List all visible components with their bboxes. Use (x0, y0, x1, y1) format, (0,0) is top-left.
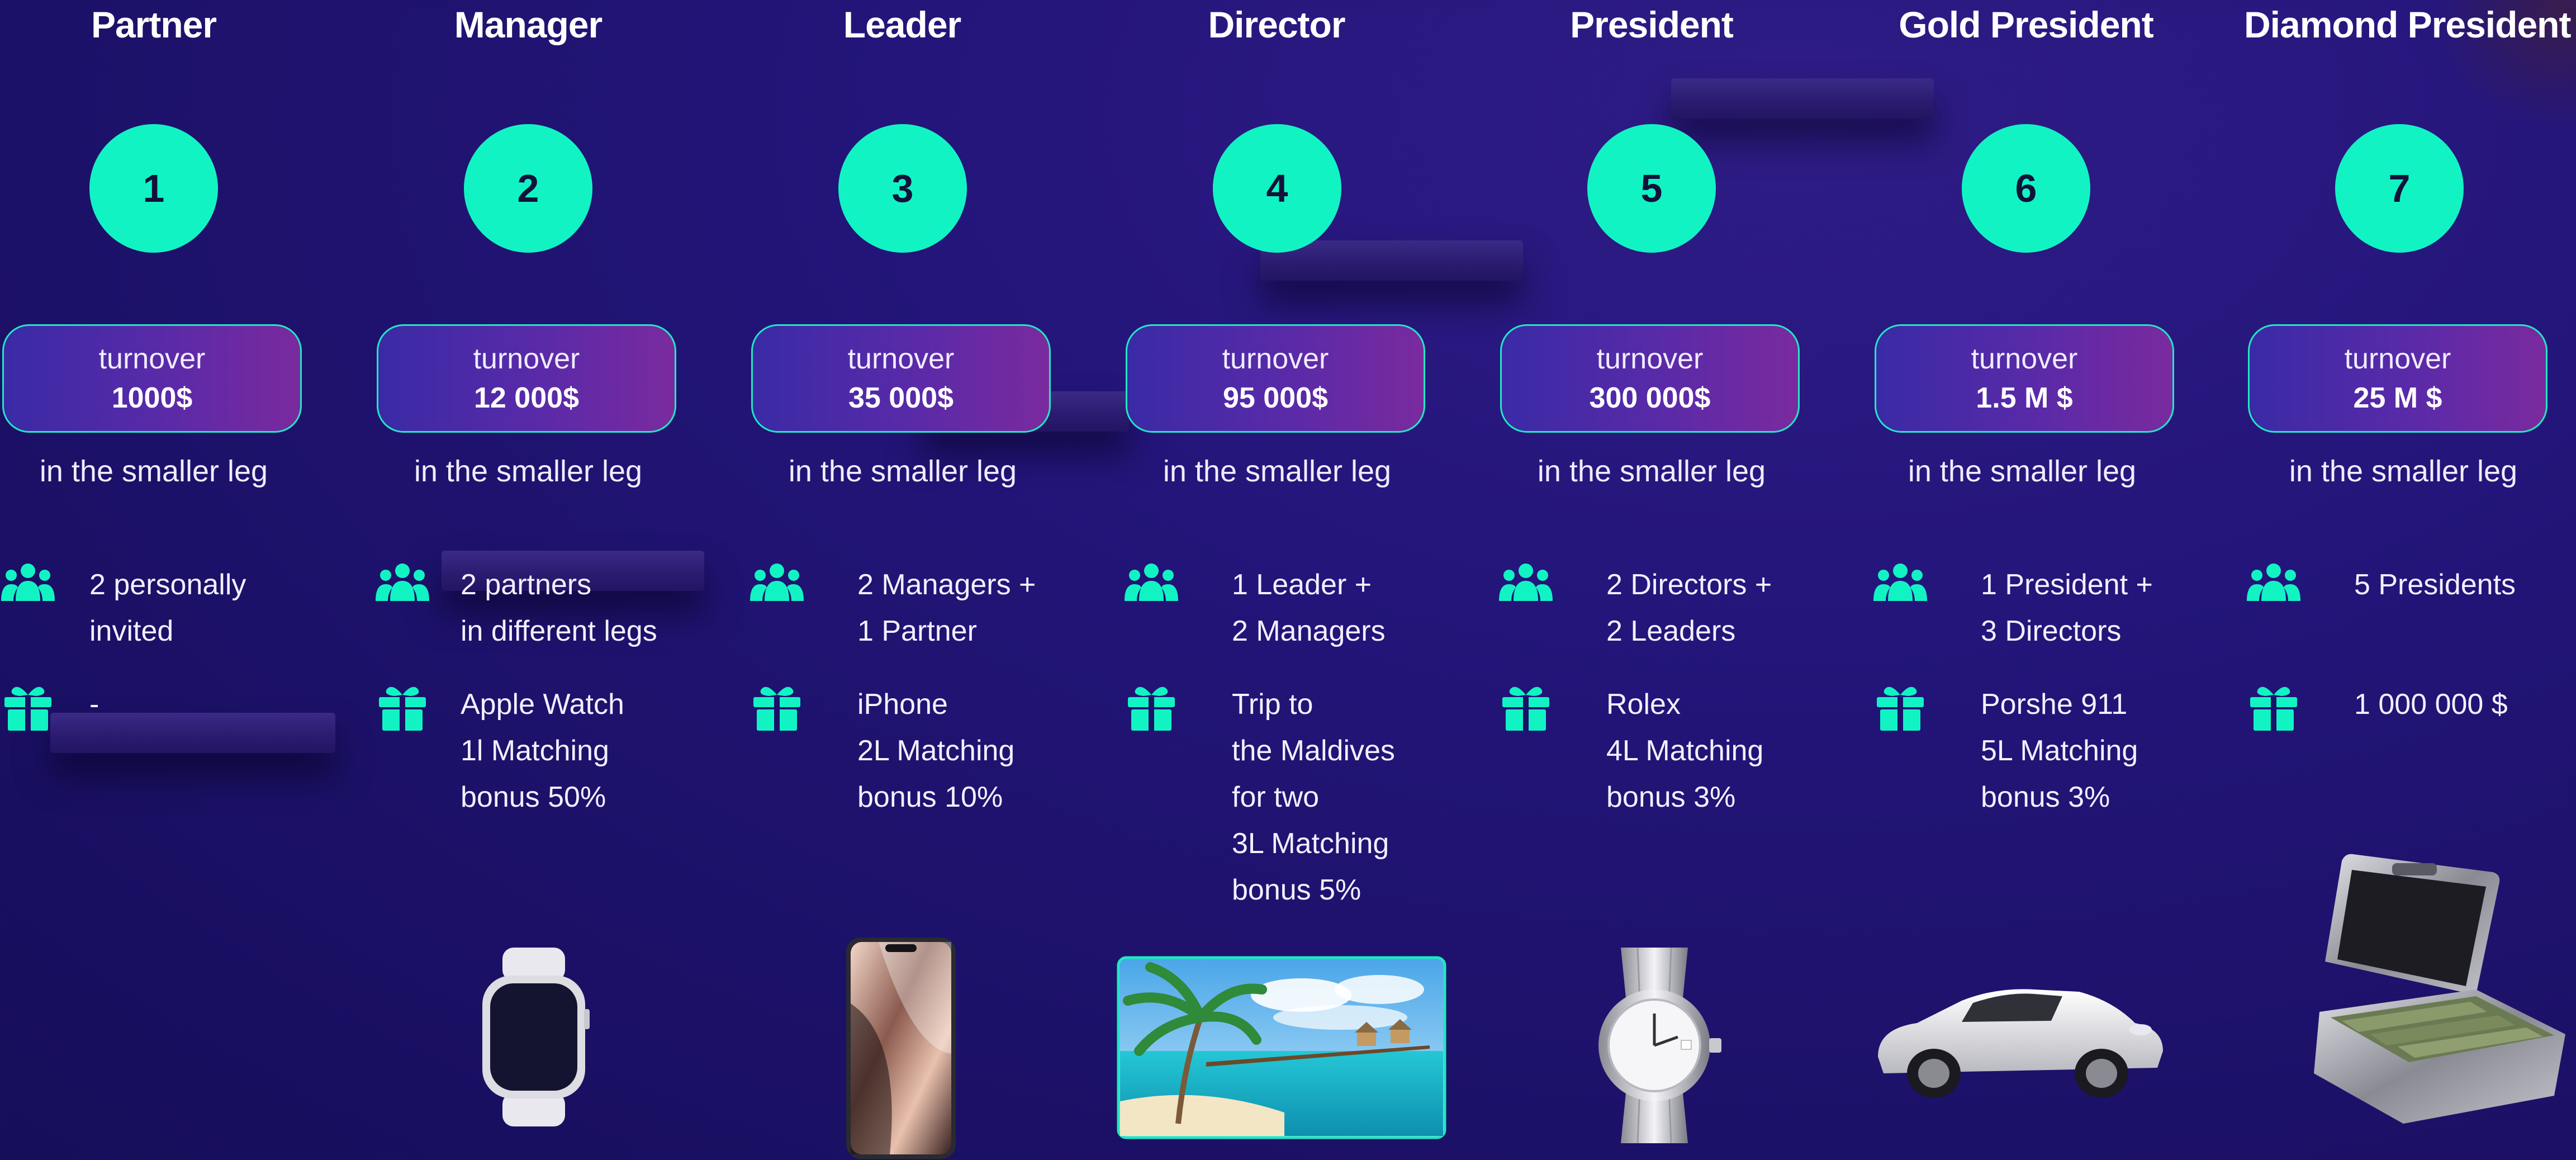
requirement-row: 2 personally invited (1, 562, 246, 655)
reward-text: Rolex 4L Matching bonus 3% (1606, 688, 1764, 813)
rank-title: Gold President (1899, 4, 2153, 45)
turnover-label: turnover (98, 343, 206, 375)
rank-columns: Partner 1 turnover 1000$ in the smaller … (0, 0, 2576, 1160)
reward-row: iPhone 2L Matching bonus 10% (750, 685, 1014, 821)
leg-note: in the smaller leg (2289, 454, 2518, 488)
reward-row: Porshe 911 5L Matching bonus 3% (1873, 685, 2138, 821)
leg-note: in the smaller leg (39, 454, 268, 488)
turnover-value: 1.5 M $ (1976, 382, 2073, 414)
requirement-row: 2 partners in different legs (376, 562, 657, 655)
gift-icon (379, 686, 426, 731)
people-group-icon (2247, 564, 2300, 601)
rank-column-president: President 5 turnover 300 000$ in the sma… (1498, 0, 1811, 1160)
gift-icon (4, 686, 51, 731)
turnover-value: 95 000$ (1223, 382, 1328, 414)
turnover-pill: turnover 12 000$ (377, 324, 676, 433)
turnover-pill: turnover 35 000$ (751, 324, 1051, 433)
rank-column-director: Director 4 turnover 95 000$ in the small… (1117, 0, 1446, 1160)
turnover-label: turnover (1596, 343, 1704, 375)
requirement-text: 2 personally invited (89, 569, 246, 647)
turnover-value: 12 000$ (474, 382, 579, 414)
rank-title: President (1570, 4, 1734, 45)
reward-text: iPhone 2L Matching bonus 10% (857, 688, 1015, 813)
people-group-icon (1873, 564, 1927, 601)
reward-text: 1 000 000 $ (2354, 688, 2508, 721)
turnover-label: turnover (1222, 343, 1329, 375)
turnover-pill: turnover 1.5 M $ (1875, 324, 2174, 433)
maldives-trip-image (1117, 956, 1446, 1139)
leg-note: in the smaller leg (1537, 454, 1766, 488)
requirement-text: 1 Leader + 2 Managers (1232, 569, 1386, 647)
gift-icon (1877, 686, 1924, 731)
rank-column-leader: Leader 3 turnover 35 000$ in the smaller… (749, 0, 1062, 1160)
rank-number-badge: 3 (838, 124, 967, 253)
people-group-icon (1499, 564, 1553, 601)
turnover-value: 1000$ (111, 382, 193, 414)
gift-icon (1128, 686, 1175, 731)
leg-note: in the smaller leg (414, 454, 643, 488)
requirement-text: 1 President + 3 Directors (1981, 569, 2153, 647)
turnover-pill: turnover 25 M $ (2248, 324, 2547, 433)
turnover-label: turnover (1971, 343, 2078, 375)
porsche-car-image (1878, 989, 2163, 1098)
people-group-icon (376, 564, 429, 601)
people-group-icon (1, 564, 55, 601)
turnover-label: turnover (847, 343, 955, 375)
requirement-text: 2 partners in different legs (461, 569, 657, 647)
requirement-row: 5 Presidents (2247, 562, 2516, 609)
reward-text: Porshe 911 5L Matching bonus 3% (1981, 688, 2138, 813)
turnover-pill: turnover 1000$ (2, 324, 302, 433)
turnover-pill: turnover 300 000$ (1500, 324, 1800, 433)
reward-row: - (1, 685, 99, 732)
turnover-label: turnover (2344, 343, 2451, 375)
requirement-row: 1 Leader + 2 Managers (1125, 562, 1386, 655)
turnover-value: 35 000$ (848, 382, 953, 414)
rank-column-diamond-president: Diamond President 7 turnover 25 M $ in t… (2244, 0, 2571, 1160)
rolex-watch-image (1598, 948, 1721, 1143)
requirement-row: 2 Managers + 1 Partner (750, 562, 1036, 655)
gift-icon (2250, 686, 2297, 731)
rank-column-manager: Manager 2 turnover 12 000$ in the smalle… (374, 0, 687, 1160)
reward-row: Rolex 4L Matching bonus 3% (1499, 685, 1763, 821)
requirement-row: 1 President + 3 Directors (1873, 562, 2153, 655)
requirement-text: 5 Presidents (2354, 569, 2516, 601)
turnover-pill: turnover 95 000$ (1126, 324, 1425, 433)
rank-title: Director (1208, 4, 1345, 45)
rank-title: Manager (454, 4, 603, 45)
rank-number-badge: 7 (2335, 124, 2464, 253)
rank-number-badge: 6 (1962, 124, 2090, 253)
rank-number-badge: 1 (89, 124, 218, 253)
requirement-row: 2 Directors + 2 Leaders (1499, 562, 1772, 655)
reward-row: Trip to the Maldives for two 3L Matching… (1125, 685, 1395, 913)
rank-number-badge: 5 (1587, 124, 1716, 253)
leg-note: in the smaller leg (788, 454, 1017, 488)
rank-number-badge: 2 (464, 124, 592, 253)
reward-row: 1 000 000 $ (2247, 685, 2508, 732)
gift-icon (753, 686, 800, 731)
rank-title: Leader (843, 4, 961, 45)
people-group-icon (750, 564, 804, 601)
rank-column-gold-president: Gold President 6 turnover 1.5 M $ in the… (1872, 0, 2185, 1160)
iphone-image (846, 938, 956, 1159)
leg-note: in the smaller leg (1163, 454, 1392, 488)
rank-title: Partner (91, 4, 217, 45)
reward-text: Trip to the Maldives for two 3L Matching… (1232, 688, 1395, 906)
rank-number-badge: 4 (1213, 124, 1341, 253)
requirement-text: 2 Directors + 2 Leaders (1606, 569, 1772, 647)
reward-text: - (89, 688, 99, 721)
apple-watch-image (482, 948, 590, 1126)
rank-column-partner: Partner 1 turnover 1000$ in the smaller … (0, 0, 313, 1160)
people-group-icon (1125, 564, 1178, 601)
requirement-text: 2 Managers + 1 Partner (857, 569, 1036, 647)
leg-note: in the smaller leg (1908, 454, 2137, 488)
turnover-value: 300 000$ (1589, 382, 1711, 414)
gift-icon (1502, 686, 1549, 731)
rank-title: Diamond President (2244, 4, 2571, 45)
reward-row: Apple Watch 1l Matching bonus 50% (376, 685, 624, 821)
reward-text: Apple Watch 1l Matching bonus 50% (461, 688, 624, 813)
turnover-label: turnover (473, 343, 580, 375)
money-case-image (2314, 854, 2565, 1124)
turnover-value: 25 M $ (2353, 382, 2442, 414)
